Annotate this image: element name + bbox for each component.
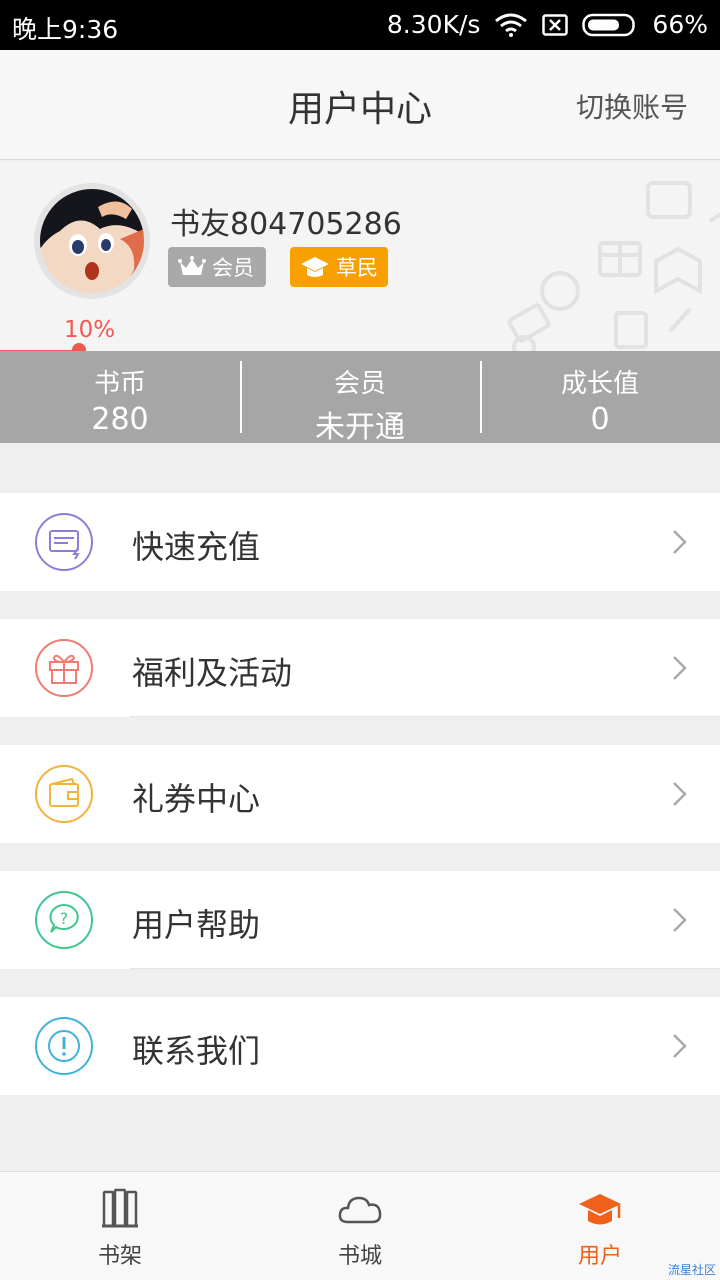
network-speed: 8.30K/s xyxy=(386,10,481,39)
svg-text:?: ? xyxy=(60,909,69,928)
divider xyxy=(130,968,720,969)
vip-badge[interactable]: 会员 xyxy=(168,247,266,287)
status-bar: 晚上9:36 8.30K/s 66% xyxy=(0,0,720,50)
bookshelf-icon xyxy=(102,1188,138,1228)
help-bubble-icon: ? xyxy=(35,891,93,949)
watermark: 流星社区 xyxy=(667,1263,716,1277)
crown-icon xyxy=(178,256,206,275)
tab-bookstore[interactable]: 书城 xyxy=(240,1172,480,1280)
stat-label: 会员 xyxy=(333,369,386,399)
tab-label: 书架 xyxy=(97,1244,142,1269)
menu-item-help[interactable]: ? 用户帮助 xyxy=(0,871,720,969)
menu-item-coupons[interactable]: 礼券中心 xyxy=(0,745,720,843)
avatar-image xyxy=(40,189,144,293)
bottom-tab-bar: 书架 书城 用户 流星社区 xyxy=(0,1171,720,1280)
stat-membership[interactable]: 会员 未开通 xyxy=(240,351,480,445)
gift-icon xyxy=(35,639,93,697)
chevron-right-icon xyxy=(673,656,687,680)
stat-growth[interactable]: 成长值 0 xyxy=(480,351,720,443)
level-badge-label: 草民 xyxy=(336,256,378,280)
menu-item-welfare[interactable]: 福利及活动 xyxy=(0,619,720,717)
battery-icon xyxy=(582,13,636,36)
stat-value: 0 xyxy=(590,402,610,437)
progress-percent: 10% xyxy=(64,317,116,343)
status-right-group: 8.30K/s 66% xyxy=(387,10,708,39)
stat-value: 未开通 xyxy=(315,410,405,445)
chevron-right-icon xyxy=(673,530,687,554)
menu-item-contact[interactable]: 联系我们 xyxy=(0,997,720,1095)
recharge-card-icon xyxy=(35,513,93,571)
stat-label: 成长值 xyxy=(560,369,639,399)
graduation-cap-icon xyxy=(579,1194,621,1225)
graduation-cap-icon xyxy=(301,257,329,277)
menu-item-label: 用户帮助 xyxy=(132,906,261,944)
menu-item-label: 快速充值 xyxy=(132,528,261,566)
chevron-right-icon xyxy=(673,908,687,932)
username: 书友804705286 xyxy=(170,207,402,242)
menu-item-label: 礼券中心 xyxy=(132,780,261,818)
vip-badge-label: 会员 xyxy=(212,256,254,280)
status-time: 晚上9:36 xyxy=(12,15,119,44)
avatar[interactable] xyxy=(34,183,150,299)
background-decoration xyxy=(507,181,720,351)
app-header: 用户中心 切换账号 xyxy=(0,50,720,160)
divider xyxy=(130,716,720,717)
tab-bookshelf[interactable]: 书架 xyxy=(0,1172,240,1280)
menu-item-recharge[interactable]: 快速充值 xyxy=(0,493,720,591)
info-exclamation-icon xyxy=(35,1017,93,1075)
stat-value: 280 xyxy=(91,402,149,437)
stat-coins[interactable]: 书币 280 xyxy=(0,351,240,443)
no-sim-icon xyxy=(542,13,569,36)
chevron-right-icon xyxy=(673,782,687,806)
tab-label: 书城 xyxy=(337,1244,382,1269)
progress-indicator xyxy=(72,343,86,351)
stat-label: 书币 xyxy=(93,369,146,399)
menu-item-label: 联系我们 xyxy=(132,1032,261,1070)
cloud-icon xyxy=(338,1196,382,1224)
switch-account-button[interactable]: 切换账号 xyxy=(576,86,688,126)
level-badge[interactable]: 草民 xyxy=(290,247,388,287)
menu-item-label: 福利及活动 xyxy=(132,654,293,692)
chevron-right-icon xyxy=(673,1034,687,1058)
wallet-icon xyxy=(35,765,93,823)
profile-card: 书友804705286 会员 草民 10% xyxy=(0,161,720,351)
wifi-icon xyxy=(495,13,528,37)
battery-percent: 66% xyxy=(652,10,708,39)
stats-bar: 书币 280 会员 未开通 成长值 0 xyxy=(0,351,720,445)
